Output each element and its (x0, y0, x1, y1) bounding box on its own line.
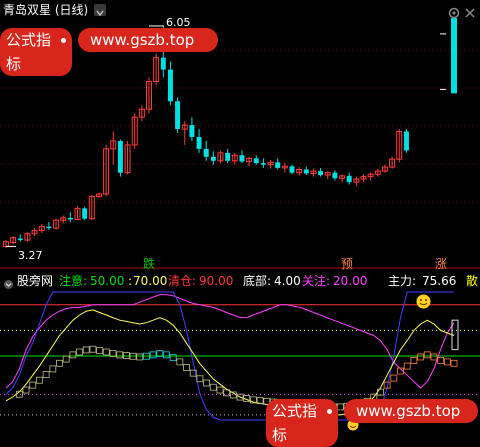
indicator-box (42, 371, 50, 378)
indicator-box (163, 351, 170, 359)
indicator-box (203, 379, 210, 387)
level-70-label: : (128, 274, 133, 288)
url-badge[interactable]: www.gszb.top (78, 28, 218, 52)
indicator-box (82, 346, 90, 354)
candle-body (403, 131, 409, 151)
signal-rise: 涨 (435, 257, 448, 271)
indicator-name: 股旁网 (17, 274, 54, 288)
signal-fall: 跌 (143, 257, 156, 271)
level-attention-label: 注意: (59, 274, 88, 288)
main-force-value: 75.66 (422, 274, 457, 288)
candle-body (225, 152, 231, 161)
formula-badge[interactable]: 公式指标 (0, 28, 72, 76)
candle-body (17, 238, 23, 241)
candle-body (175, 101, 181, 130)
indicator-line (5, 294, 455, 389)
indicator-box (423, 351, 431, 359)
settings-small-icon[interactable] (3, 275, 14, 289)
bullet-icon (61, 38, 66, 43)
settings-icon[interactable] (448, 4, 460, 19)
level-clear-label: 清仓: (168, 274, 197, 288)
candle-body (332, 172, 338, 179)
candle-body (203, 148, 209, 157)
chart-stage: 青岛双星 (日线) 公式指标 www.gszb.top 6.05 3.27 跌 … (0, 0, 480, 447)
formula-badge-bottom-label: 公式指标 (272, 402, 318, 444)
candle-body (239, 155, 245, 162)
url-badge-bottom-label: www.gszb.top (356, 402, 461, 420)
candle-body (346, 175, 352, 183)
candle-body (46, 226, 52, 229)
indicator-box (116, 351, 124, 359)
level-watch-label: 关注: (302, 274, 331, 288)
indicator-box (183, 364, 190, 371)
indicator-box (443, 358, 451, 366)
indicator-box (62, 355, 70, 363)
level-bottom-label: 底部: (243, 274, 272, 288)
side-bar (451, 18, 457, 94)
candle-body (67, 217, 73, 220)
indicator-box (450, 359, 458, 367)
candle-body (82, 208, 88, 219)
indicator-box (29, 381, 37, 389)
indicator-box (102, 348, 110, 356)
stock-title: 青岛双星 (日线) (3, 3, 89, 17)
indicator-box (56, 359, 63, 367)
indicator-box (430, 353, 438, 361)
level-attention-value: 50.00 (90, 274, 125, 288)
candle-body (275, 162, 281, 168)
indicator-box (136, 353, 144, 361)
indicator-box (22, 386, 30, 394)
indicator-box (437, 357, 445, 364)
url-badge-bottom[interactable]: www.gszb.top (344, 399, 478, 423)
indicator-box (149, 351, 157, 359)
smiley-icon (416, 294, 431, 309)
candle-body (318, 171, 324, 176)
candle-body (260, 163, 266, 165)
candle-body (160, 57, 166, 70)
level-bottom-value: 4.00 (274, 274, 301, 288)
indicator-box (417, 353, 424, 361)
retail-label: 散 (466, 274, 479, 288)
indicator-box (216, 386, 224, 394)
url-badge-label: www.gszb.top (90, 31, 195, 49)
close-icon[interactable] (464, 4, 476, 18)
indicator-box (89, 345, 97, 353)
candle-body (253, 158, 259, 164)
high-label: 6.05 (166, 16, 191, 29)
indicator-box (69, 351, 77, 359)
chart-svg (0, 18, 480, 421)
level-clear-value: 90.00 (199, 274, 234, 288)
candle-body (289, 166, 295, 173)
indicator-box (209, 383, 217, 391)
candle-body (196, 136, 202, 149)
level-70-value: 70.00 (133, 274, 168, 288)
level-watch-value: 20.00 (333, 274, 368, 288)
indicator-box (76, 348, 83, 356)
candle-body (210, 156, 216, 161)
candle-body (117, 140, 123, 173)
candle-body (303, 169, 309, 174)
chevron-down-icon[interactable] (94, 4, 106, 17)
formula-badge-bottom[interactable]: 公式指标 (266, 399, 338, 447)
indicator-box (36, 376, 43, 384)
signal-pre: 预 (341, 257, 354, 271)
indicator-box (176, 358, 184, 366)
candle-body (189, 125, 195, 137)
indicator-box (96, 347, 104, 355)
main-force-label: 主力: (388, 274, 417, 288)
indicator-box (390, 374, 398, 382)
low-label: 3.27 (18, 249, 43, 262)
indicator-box (49, 365, 57, 373)
indicator-box (403, 362, 411, 370)
bullet-icon (327, 409, 332, 414)
indicator-box (336, 403, 344, 411)
indicator-box (196, 375, 204, 383)
indicator-box (410, 357, 418, 364)
formula-badge-label: 公式指标 (6, 31, 52, 73)
candle-body (167, 69, 173, 102)
